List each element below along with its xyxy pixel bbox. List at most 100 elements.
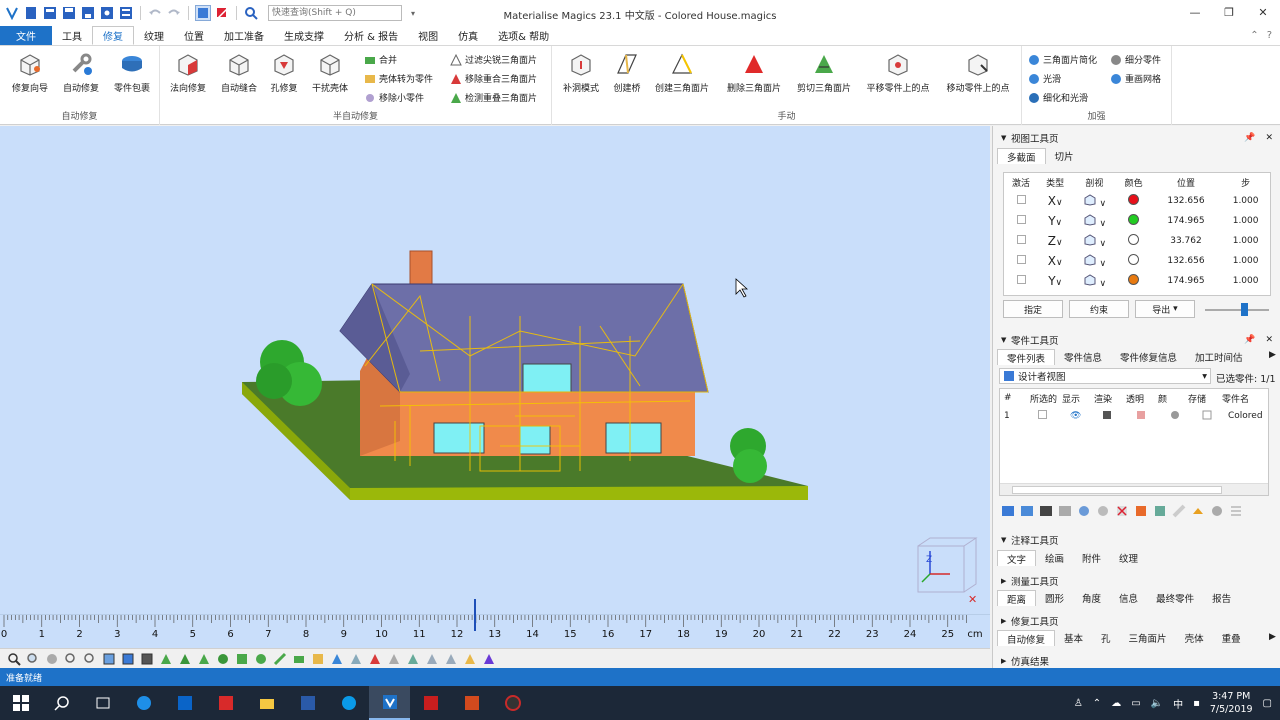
clip-axis-type[interactable]: X∨: [1038, 251, 1072, 271]
view-back-icon[interactable]: [139, 651, 155, 667]
pin-icon[interactable]: 📌: [1244, 335, 1255, 345]
expand-mark-icon[interactable]: [348, 651, 364, 667]
undo-icon[interactable]: [147, 5, 163, 21]
notification-icon[interactable]: ▢: [1263, 698, 1272, 709]
normal-fix-button[interactable]: 法向修复: [162, 50, 214, 94]
clip-step[interactable]: 1.000: [1221, 191, 1270, 211]
tab-attachment[interactable]: 附件: [1073, 550, 1110, 566]
clip-color-swatch[interactable]: [1117, 211, 1151, 231]
annotation-toolbox-header[interactable]: ▼ 注释工具页: [993, 532, 1280, 547]
ruler-marker[interactable]: [474, 599, 476, 631]
new-file-icon[interactable]: [23, 5, 39, 21]
tab-file[interactable]: 文件: [0, 26, 52, 45]
clip-position[interactable]: 174.965: [1151, 211, 1221, 231]
triangle-reduction-button[interactable]: 三角面片简化: [1028, 53, 1097, 66]
taskbar-app-red-icon[interactable]: [205, 686, 246, 720]
tab-overlap[interactable]: 重叠: [1213, 630, 1250, 646]
onedrive-icon[interactable]: ☁: [1111, 698, 1121, 709]
part-add-icon[interactable]: [1020, 504, 1034, 521]
clip-active-checkbox[interactable]: [1004, 191, 1038, 211]
view-select-dropdown[interactable]: 设计者视图 ▾: [999, 368, 1211, 384]
mark-shell-icon[interactable]: [405, 651, 421, 667]
redo-icon[interactable]: [166, 5, 182, 21]
save-as-icon[interactable]: [80, 5, 96, 21]
create-bridge-button[interactable]: 创建桥: [601, 50, 653, 94]
mark-plane-icon[interactable]: [424, 651, 440, 667]
edge-browser-icon[interactable]: [123, 686, 164, 720]
shaded-triangle-icon[interactable]: [158, 651, 174, 667]
part-list-icon[interactable]: [1229, 504, 1243, 521]
part-load-icon[interactable]: [1001, 504, 1015, 521]
clip-slider-thumb[interactable]: [1241, 303, 1248, 316]
part-shell-icon[interactable]: [1210, 504, 1224, 521]
pin-icon[interactable]: 📌: [1244, 133, 1255, 143]
export-button[interactable]: 导出 ▾: [1135, 300, 1195, 318]
collapse-triangle-icon[interactable]: ▼: [1001, 536, 1011, 544]
tab-hole[interactable]: 孔: [1092, 630, 1120, 646]
tab-basic[interactable]: 基本: [1055, 630, 1092, 646]
part-group-icon[interactable]: [1077, 504, 1091, 521]
recorder-icon[interactable]: [492, 686, 533, 720]
clip-position[interactable]: 33.762: [1151, 231, 1221, 251]
tab-scroll-right-icon[interactable]: ▶: [1269, 632, 1276, 642]
clip-active-checkbox[interactable]: [1004, 271, 1038, 291]
tab-shell[interactable]: 壳体: [1176, 630, 1213, 646]
horizontal-scrollbar[interactable]: [1000, 483, 1268, 495]
unmark-icon[interactable]: [367, 651, 383, 667]
tab-build-time[interactable]: 加工时间估: [1186, 349, 1252, 365]
clip-color-swatch[interactable]: [1117, 231, 1151, 251]
clip-position[interactable]: 174.965: [1151, 271, 1221, 291]
minimize-button[interactable]: —: [1178, 0, 1212, 24]
tab-draw[interactable]: 绘画: [1036, 550, 1073, 566]
sim-results-header[interactable]: ▶ 仿真结果: [993, 653, 1280, 668]
tab-texture[interactable]: 纹理: [1110, 550, 1147, 566]
auto-fix-button[interactable]: 自动修复: [55, 50, 107, 94]
wire-triangle-icon[interactable]: [177, 651, 193, 667]
restore-button[interactable]: ❐: [1212, 0, 1246, 24]
clip-active-checkbox[interactable]: [1004, 211, 1038, 231]
fix-toolbox-header[interactable]: ▶ 修复工具页: [993, 613, 1280, 628]
tab-distance[interactable]: 距离: [997, 590, 1037, 606]
pan-icon[interactable]: [44, 651, 60, 667]
clip-active-checkbox[interactable]: [1004, 251, 1038, 271]
network-icon[interactable]: ▭: [1131, 698, 1140, 709]
clip-section-icon[interactable]: ∨: [1072, 231, 1116, 251]
tab-analysis-report[interactable]: 分析 & 报告: [334, 26, 408, 45]
quick-search-input[interactable]: [268, 5, 402, 21]
collapse-triangle-icon[interactable]: ▼: [1001, 336, 1011, 344]
clock[interactable]: 3:47 PM 7/5/2019: [1210, 690, 1253, 716]
part-scale-icon[interactable]: [1153, 504, 1167, 521]
brush-icon[interactable]: [272, 651, 288, 667]
zoom-part-icon[interactable]: [82, 651, 98, 667]
3d-viewport[interactable]: Z ✕: [0, 126, 990, 614]
clip-section-icon[interactable]: ∨: [1072, 191, 1116, 211]
select-part-icon[interactable]: [195, 5, 211, 21]
open-file-icon[interactable]: [42, 5, 58, 21]
subdivide-part-button[interactable]: 细分零件: [1110, 53, 1161, 66]
tab-angle[interactable]: 角度: [1073, 590, 1110, 606]
expand-triangle-icon[interactable]: ▶: [1001, 657, 1011, 665]
tab-info[interactable]: 信息: [1110, 590, 1147, 606]
table-row[interactable]: 1 👁 Colored: [1000, 407, 1268, 425]
select-box-icon[interactable]: [234, 651, 250, 667]
tab-part-info[interactable]: 零件信息: [1055, 349, 1111, 365]
view-cube-icon[interactable]: [101, 651, 117, 667]
axis-close-icon[interactable]: ✕: [968, 593, 977, 606]
merge-button[interactable]: 合并: [364, 53, 397, 66]
create-triangle-button[interactable]: 创建三角面片: [655, 50, 709, 94]
help-icon[interactable]: ?: [1267, 30, 1272, 41]
clip-row[interactable]: Z∨ ∨ 33.762 1.000: [1004, 231, 1270, 251]
tray-app-icon[interactable]: ▪: [1193, 698, 1200, 709]
mark-tools-icon[interactable]: [462, 651, 478, 667]
clip-active-checkbox[interactable]: [1004, 231, 1038, 251]
part-label-icon[interactable]: [1191, 504, 1205, 521]
tab-auto-fix[interactable]: 自动修复: [997, 630, 1056, 646]
mark-active-icon[interactable]: [481, 651, 497, 667]
remove-double-triangles-button[interactable]: 移除重合三角面片: [450, 72, 537, 85]
clip-axis-type[interactable]: Z∨: [1038, 231, 1072, 251]
tab-texture[interactable]: 纹理: [134, 26, 174, 45]
acrobat-icon[interactable]: [410, 686, 451, 720]
house-model-scene[interactable]: Z ✕: [0, 126, 990, 614]
save-part-icon[interactable]: [99, 5, 115, 21]
zoom-icon[interactable]: [6, 651, 22, 667]
